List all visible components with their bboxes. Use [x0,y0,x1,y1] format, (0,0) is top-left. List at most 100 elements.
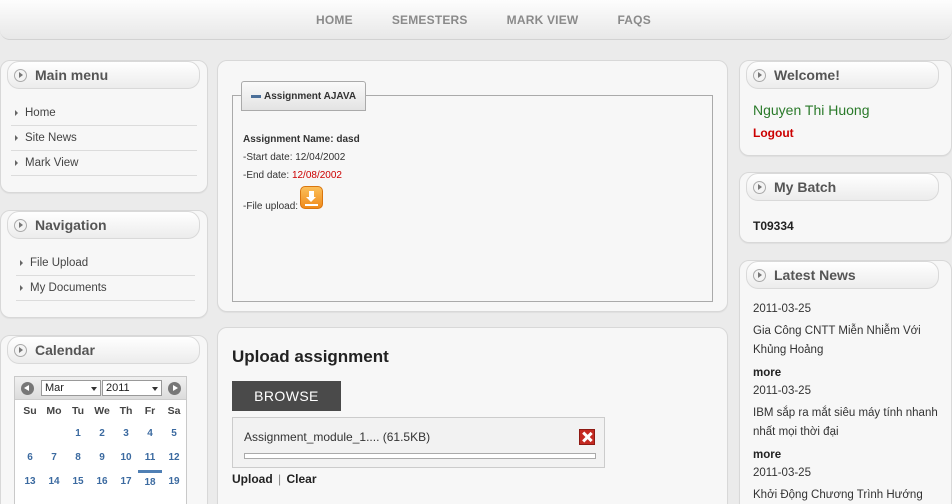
welcome-title: Welcome! [774,67,840,83]
calendar-day[interactable]: 10 [114,446,138,470]
news-more-link[interactable]: more [753,367,781,379]
assignment-end-date: -End date: 12/08/2002 [243,170,342,181]
weekday-header: Fr [144,405,156,417]
upload-actions: Upload | Clear [232,472,317,486]
calendar-day[interactable]: 12 [162,446,186,470]
news-date: 2011-03-25 [753,385,811,397]
main-menu-title: Main menu [35,67,109,83]
chevron-right-icon [753,180,766,194]
assignment-tab-label: Assignment AJAVA [264,90,357,102]
assignment-start-date: -Start date: 12/04/2002 [243,152,346,163]
menu-item-home[interactable]: Home [11,101,197,126]
browse-button[interactable]: BROWSE [232,381,341,411]
calendar-day[interactable]: 8 [66,446,90,470]
top-navigation: HOME SEMESTERS MARK VIEW FAQS [0,0,952,40]
upload-queue-item: Assignment_module_1.... (61.5KB) [232,417,605,468]
news-date: 2011-03-25 [753,467,811,479]
calendar-day[interactable]: 15 [66,470,90,494]
menu-item-file-upload[interactable]: File Upload [16,251,195,276]
news-more-link[interactable]: more [753,449,781,461]
news-header: Latest News [746,261,939,289]
menu-item-my-documents[interactable]: My Documents [16,276,195,301]
welcome-header: Welcome! [746,61,939,89]
clear-link[interactable]: Clear [286,472,316,486]
user-name: Nguyen Thi Huong [753,102,870,118]
batch-header: My Batch [746,173,939,201]
navigation-header: Navigation [7,211,200,239]
calendar-day[interactable]: 18 [138,470,162,494]
upload-link[interactable]: Upload [232,472,273,486]
weekday-header: Mo [46,405,62,417]
news-headline[interactable]: Gia Công CNTT Miễn Nhiễm Với Khủng Hoảng [753,322,938,360]
news-date: 2011-03-25 [753,303,811,315]
calendar-day[interactable]: 14 [42,470,66,494]
batch-title: My Batch [774,179,837,195]
calendar-day[interactable]: 1 [66,422,90,446]
chevron-right-icon [14,68,27,82]
top-nav-links: HOME SEMESTERS MARK VIEW FAQS [316,13,651,27]
end-date-label: -End date: [243,170,290,181]
upload-progress-bar [244,453,596,459]
navigation-list: File Upload My Documents [16,251,195,301]
calendar-day[interactable]: 4 [138,422,162,446]
queued-file-name: Assignment_module_1.... (61.5KB) [244,430,431,444]
nav-mark-view-link[interactable]: MARK VIEW [507,13,579,27]
main-menu-list: Home Site News Mark View [11,101,197,176]
weekday-header: Tu [71,405,85,417]
weekday-header: We [94,405,110,417]
month-value: Mar [45,382,64,394]
calendar-day[interactable]: 5 [162,422,186,446]
calendar-day[interactable]: 3 [114,422,138,446]
chevron-right-icon [14,218,27,232]
navigation-title: Navigation [35,217,107,233]
nav-faqs-link[interactable]: FAQS [617,13,650,27]
menu-item-mark-view[interactable]: Mark View [11,151,197,176]
main-menu-box: Main menu Home Site News Mark View [0,60,208,193]
navigation-box: Navigation File Upload My Documents [0,210,208,318]
next-month-icon[interactable] [168,382,181,395]
news-headline[interactable]: IBM sắp ra mắt siêu máy tính nhanh nhất … [753,404,938,442]
calendar-header: Calendar [7,336,200,364]
weekday-header: Su [23,405,37,417]
calendar-widget: Mar 2011 Su Mo Tu We Th Fr Sa 1 2 3 4 5 6 7 8 9 10 11 12 13… [14,376,187,504]
remove-file-icon[interactable] [579,429,595,445]
calendar-grid: Su Mo Tu We Th Fr Sa 1 2 3 4 5 6 7 8 9 10 11 12 13 14 15 16 17 1… [15,400,186,494]
nav-home-link[interactable]: HOME [316,13,353,27]
calendar-day[interactable]: 19 [162,470,186,494]
calendar-day[interactable]: 9 [90,446,114,470]
chevron-right-icon [753,268,766,282]
calendar-day[interactable]: 2 [90,422,114,446]
end-date-value: 12/08/2002 [291,170,342,181]
chevron-right-icon [753,68,766,82]
news-headline[interactable]: Khởi Động Chương Trình Hướng [753,486,938,504]
calendar-title: Calendar [35,342,95,358]
calendar-day[interactable]: 11 [138,446,162,470]
calendar-controls: Mar 2011 [15,377,186,400]
assignment-tab[interactable]: Assignment AJAVA [241,81,366,111]
chevron-down-icon [91,387,97,391]
month-select[interactable]: Mar [41,380,101,396]
logout-link[interactable]: Logout [753,126,794,140]
year-select[interactable]: 2011 [102,380,162,396]
collapse-icon[interactable] [251,94,261,98]
news-title: Latest News [774,267,856,283]
calendar-day[interactable]: 16 [90,470,114,494]
assignment-file-upload-label: -File upload: [243,201,299,212]
calendar-day[interactable]: 7 [42,446,66,470]
upload-title: Upload assignment [232,347,389,366]
weekday-header: Th [119,405,133,417]
prev-month-icon[interactable] [21,382,34,395]
assignment-name: Assignment Name: dasd [243,134,360,145]
menu-item-site-news[interactable]: Site News [11,126,197,151]
weekday-header: Sa [167,405,181,417]
calendar-empty-cell [42,422,66,446]
nav-semesters-link[interactable]: SEMESTERS [392,13,468,27]
calendar-day[interactable]: 17 [114,470,138,494]
chevron-right-icon [14,343,27,357]
year-value: 2011 [106,382,130,394]
download-icon-base [305,204,318,206]
calendar-empty-cell [18,422,42,446]
main-menu-header: Main menu [7,61,200,89]
calendar-day[interactable]: 13 [18,470,42,494]
calendar-day[interactable]: 6 [18,446,42,470]
